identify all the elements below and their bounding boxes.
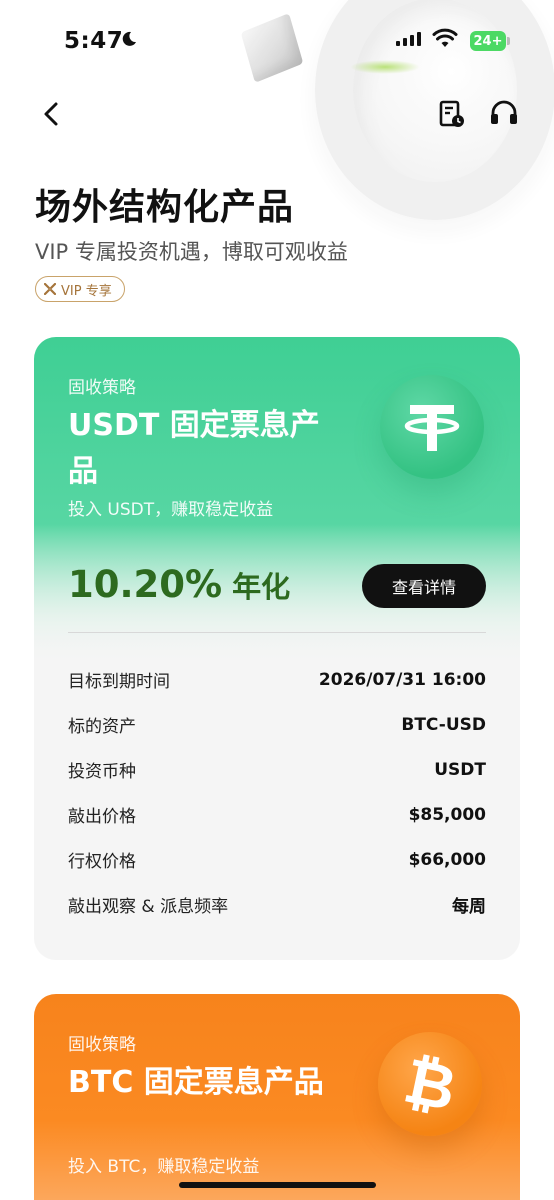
- product-tag: 固收策略: [68, 378, 136, 398]
- product-tag: 固收策略: [68, 1035, 136, 1055]
- product-title: USDT 固定票息产品: [68, 408, 320, 489]
- detail-row-strike-price: 行权价格 $66,000: [68, 837, 486, 882]
- status-bar: 5:47 24+: [0, 0, 554, 80]
- moon-icon: [120, 30, 138, 53]
- detail-row-knockout-price: 敲出价格 $85,000: [68, 792, 486, 837]
- detail-row-currency: 投资币种 USDT: [68, 747, 486, 792]
- rate-unit: 年化: [232, 570, 291, 604]
- product-title: BTC 固定票息产品: [68, 1065, 324, 1100]
- rate-value: 10.20%: [68, 563, 223, 606]
- detail-row-underlying: 标的资产 BTC-USD: [68, 702, 486, 747]
- cellular-signal-icon: [396, 32, 421, 46]
- status-time: 5:47: [64, 28, 124, 54]
- detail-label: 标的资产: [68, 717, 136, 737]
- detail-value: USDT: [434, 759, 486, 780]
- vip-diamond-icon: [44, 283, 56, 295]
- wifi-icon: [432, 27, 458, 53]
- detail-value: 2026/07/31 16:00: [318, 669, 486, 690]
- headset-icon: [491, 100, 517, 124]
- detail-label: 敲出价格: [68, 807, 136, 827]
- detail-value: 每周: [452, 897, 486, 917]
- product-description: 投入 USDT，赚取稳定收益: [68, 500, 274, 520]
- product-detail-list: 目标到期时间 2026/07/31 16:00 标的资产 BTC-USD 投资币…: [68, 657, 486, 927]
- product-description: 投入 BTC，赚取稳定收益: [68, 1157, 260, 1177]
- detail-label: 目标到期时间: [68, 672, 170, 692]
- vip-badge: VIP 专享: [35, 276, 125, 302]
- detail-label: 行权价格: [68, 852, 136, 872]
- order-history-button[interactable]: [436, 98, 468, 130]
- product-card-usdt[interactable]: 固收策略 USDT 固定票息产品 投入 USDT，赚取稳定收益 10.20% 年…: [34, 337, 520, 960]
- page-subtitle: VIP 专属投资机遇，博取可观收益: [35, 240, 348, 264]
- battery-indicator: 24+: [470, 31, 510, 51]
- chevron-left-icon: [44, 102, 58, 126]
- detail-value: $85,000: [408, 804, 486, 825]
- customer-support-button[interactable]: [488, 98, 520, 130]
- view-details-button[interactable]: 查看详情: [362, 564, 486, 608]
- bitcoin-icon: ₿: [378, 1032, 482, 1136]
- product-card-btc[interactable]: 固收策略 BTC 固定票息产品 投入 BTC，赚取稳定收益 ₿: [34, 994, 520, 1200]
- detail-row-frequency: 敲出观察 & 派息频率 每周: [68, 882, 486, 927]
- detail-value: $66,000: [408, 849, 486, 870]
- tether-icon: [380, 375, 484, 479]
- detail-label: 敲出观察 & 派息频率: [68, 897, 229, 917]
- detail-label: 投资币种: [68, 762, 136, 782]
- page-title: 场外结构化产品: [35, 187, 295, 228]
- annual-rate: 10.20% 年化: [68, 563, 290, 606]
- vip-badge-label: VIP 专享: [61, 283, 112, 299]
- detail-value: BTC-USD: [401, 714, 486, 735]
- document-clock-icon: [439, 100, 464, 127]
- divider: [68, 632, 486, 633]
- back-button[interactable]: [36, 98, 68, 130]
- detail-row-maturity: 目标到期时间 2026/07/31 16:00: [68, 657, 486, 702]
- home-indicator[interactable]: [179, 1182, 376, 1188]
